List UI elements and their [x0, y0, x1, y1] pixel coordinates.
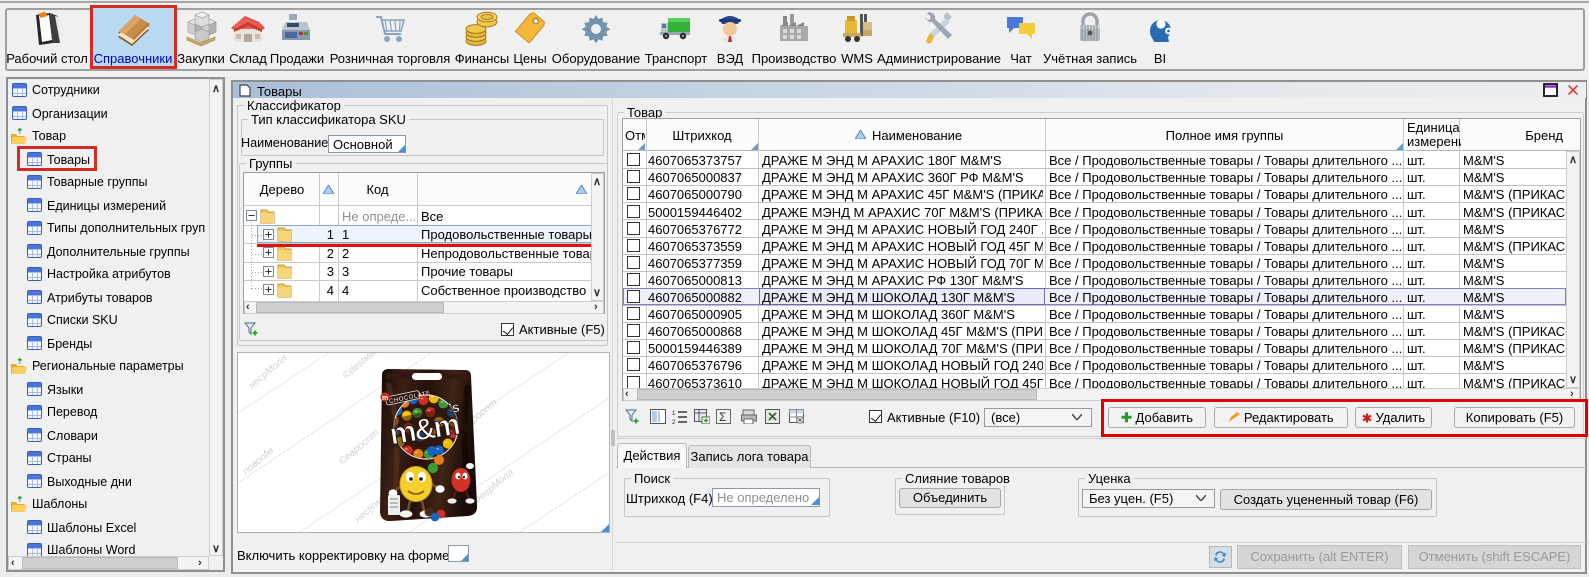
- svg-text:несрМолл: несрМолл: [247, 353, 290, 391]
- svg-text:©еароonm: ©еароonm: [337, 427, 382, 467]
- svg-text:2: 2: [672, 420, 676, 424]
- svg-text:1: 1: [672, 411, 676, 417]
- svg-text:Σ: Σ: [719, 410, 726, 424]
- svg-text:ФеерМолл: ФеерМолл: [471, 467, 516, 508]
- svg-text:m: m: [382, 395, 388, 402]
- svg-text:©destмва: ©destмва: [341, 353, 382, 381]
